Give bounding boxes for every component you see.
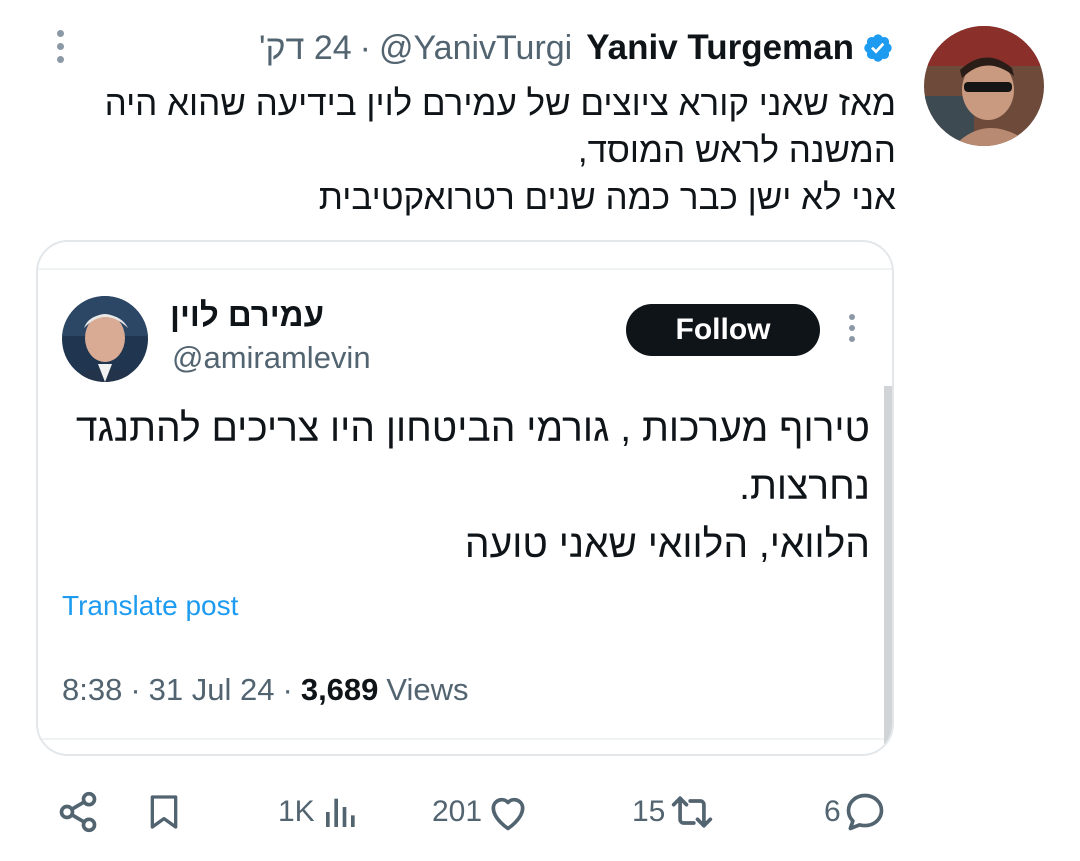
views-count: 3,689	[300, 672, 379, 707]
quoted-text-line: טירוף מערכות , גורמי הביטחון היו צריכים …	[75, 407, 870, 450]
share-icon	[59, 791, 97, 833]
quoted-tweet-card[interactable]: עמירם לוין @amiramlevin Follow טירוף מער…	[36, 240, 894, 756]
views-button[interactable]: 1K	[278, 786, 361, 838]
retweet-count: 15	[632, 795, 666, 828]
action-bar: 1K 201 15 6	[0, 786, 1080, 838]
quoted-text-line: הלוואי, הלוואי שאני טועה	[464, 523, 870, 566]
quoted-author-handle[interactable]: @amiramlevin	[172, 340, 371, 376]
tweet-header: 24 דק' · @YanivTurgi Yaniv Turgeman	[222, 24, 894, 72]
reply-icon	[846, 793, 884, 831]
tweet-text: מאז שאני קורא ציוצים של עמירם לוין בידיע…	[80, 80, 896, 221]
reply-button[interactable]: 6	[824, 786, 887, 838]
reply-count: 6	[824, 795, 841, 828]
like-count: 201	[432, 795, 483, 828]
like-icon	[491, 797, 525, 831]
tweet-text-line: המשנה לראש המוסד,	[577, 131, 896, 170]
author-handle[interactable]: @YanivTurgi	[379, 29, 572, 68]
retweet-icon	[672, 796, 713, 828]
post-time[interactable]: 8:38	[62, 672, 122, 708]
quoted-author-name[interactable]: עמירם לוין	[170, 296, 324, 334]
share-button[interactable]	[56, 786, 100, 838]
follow-button[interactable]: Follow	[626, 304, 820, 356]
post-meta: 8:38 · 31 Jul 24 · 3,689 Views	[62, 672, 469, 708]
author-name[interactable]: Yaniv Turgeman	[586, 28, 854, 68]
quoted-author-avatar[interactable]	[62, 296, 148, 382]
card-divider	[38, 268, 892, 270]
views-icon	[325, 798, 355, 827]
header-separator: ·	[359, 28, 371, 67]
translate-post-link[interactable]: Translate post	[62, 590, 238, 622]
verified-badge-icon	[864, 34, 892, 62]
post-date[interactable]: 31 Jul 24	[149, 672, 275, 708]
quoted-text-line: נחרצות.	[739, 465, 870, 508]
tweet-text-line: מאז שאני קורא ציוצים של עמירם לוין בידיע…	[104, 84, 896, 123]
views-action-count: 1K	[278, 795, 315, 828]
quoted-tweet-text: טירוף מערכות , גורמי הביטחון היו צריכים …	[58, 400, 870, 574]
tweet-text-line: אני לא ישן כבר כמה שנים רטרואקטיבית	[318, 178, 896, 217]
tweet-time[interactable]: 24 דק'	[259, 29, 352, 68]
scrollbar[interactable]	[884, 386, 892, 750]
like-button[interactable]: 201	[432, 786, 530, 838]
more-vertical-icon[interactable]	[846, 314, 858, 350]
meta-separator: ·	[282, 672, 293, 707]
views-label: Views	[386, 672, 469, 707]
more-options-icon[interactable]	[52, 30, 68, 70]
card-divider	[38, 738, 892, 740]
author-avatar[interactable]	[924, 26, 1044, 146]
bookmark-icon	[150, 795, 178, 829]
retweet-button[interactable]: 15	[632, 786, 717, 838]
bookmark-button[interactable]	[144, 786, 184, 838]
meta-separator: ·	[130, 672, 141, 707]
